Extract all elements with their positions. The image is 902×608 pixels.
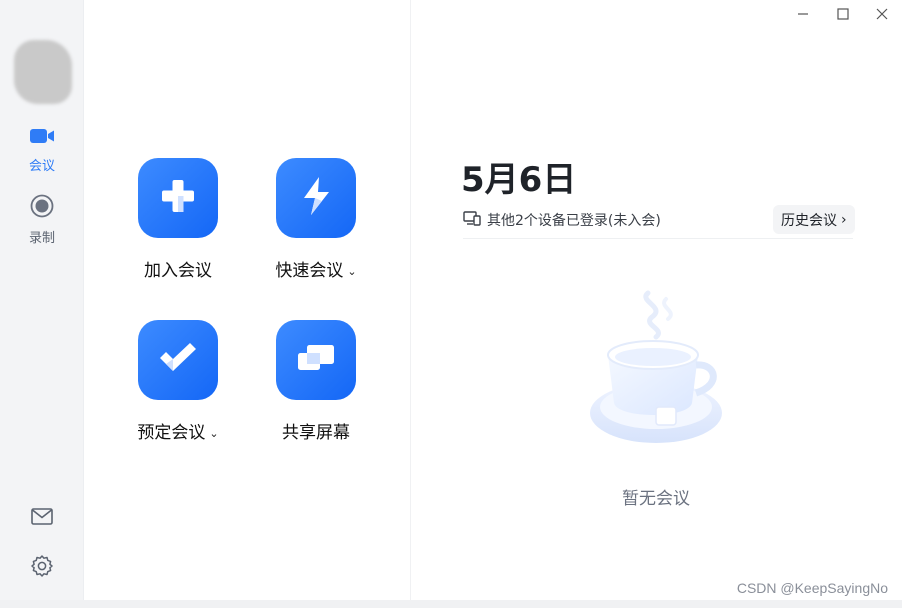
settings-button[interactable] xyxy=(29,553,55,579)
avatar[interactable] xyxy=(14,40,72,104)
quick-meeting-tile xyxy=(276,158,356,238)
empty-coffee-cup-illustration xyxy=(586,285,731,450)
video-camera-icon xyxy=(0,126,84,150)
join-meeting-tile xyxy=(138,158,218,238)
sidebar-item-label: 会议 xyxy=(28,159,55,174)
share-screen-tile xyxy=(276,320,356,400)
sidebar-item-label: 录制 xyxy=(28,231,55,246)
quick-meeting-button[interactable]: 快速会议 ⌄ xyxy=(246,158,386,281)
action-label: 共享屏幕 xyxy=(282,423,350,443)
mail-button[interactable] xyxy=(29,503,55,529)
watermark: CSDN @KeepSayingNo xyxy=(736,580,888,596)
lightning-icon xyxy=(296,174,336,222)
minimize-icon xyxy=(796,6,810,25)
devices-icon xyxy=(463,210,487,230)
gear-icon xyxy=(29,555,55,583)
chevron-down-icon[interactable]: ⌄ xyxy=(209,427,218,440)
join-meeting-button[interactable]: 加入会议 xyxy=(108,158,248,281)
schedule-meeting-tile xyxy=(138,320,218,400)
schedule-meeting-button[interactable]: 预定会议 ⌄ xyxy=(108,320,248,443)
mail-icon xyxy=(29,508,55,533)
action-label: 快速会议 ⌄ xyxy=(275,261,357,281)
divider xyxy=(463,238,853,239)
empty-state-text: 暂无会议 xyxy=(622,489,690,509)
screen-share-icon xyxy=(294,340,338,380)
close-button[interactable] xyxy=(872,6,892,24)
maximize-button[interactable] xyxy=(833,6,853,24)
devices-text: 其他2个设备已登录(未入会) xyxy=(487,213,661,229)
window-shadow xyxy=(0,600,902,608)
share-screen-button[interactable]: 共享屏幕 xyxy=(246,320,386,443)
sidebar: 会议 录制 xyxy=(0,0,84,600)
sidebar-item-meetings[interactable]: 会议 xyxy=(0,126,84,174)
action-label: 预定会议 ⌄ xyxy=(137,423,219,443)
meeting-history-button[interactable]: 历史会议 › xyxy=(773,205,855,234)
close-icon xyxy=(875,6,889,25)
sidebar-item-recording[interactable]: 录制 xyxy=(0,194,84,246)
chevron-right-icon: › xyxy=(841,211,847,228)
actions-panel: 加入会议 快速会议 ⌄ 预定会议 ⌄ 共享屏幕 xyxy=(84,0,411,600)
app-window: 会议 录制 加入会议 快速会议 ⌄ 预定会议 ⌄ 共享屏幕 5月6日 其他2个设… xyxy=(0,0,902,600)
record-icon xyxy=(0,194,84,222)
chevron-down-icon[interactable]: ⌄ xyxy=(347,265,356,278)
minimize-button[interactable] xyxy=(793,6,813,24)
action-label: 加入会议 xyxy=(144,261,212,281)
history-label: 历史会议 xyxy=(781,212,837,229)
plus-icon xyxy=(158,176,198,220)
checkmark-icon xyxy=(156,338,200,382)
devices-status[interactable]: 其他2个设备已登录(未入会) xyxy=(463,208,661,232)
date-heading: 5月6日 xyxy=(461,160,577,200)
maximize-icon xyxy=(836,6,850,25)
meetings-panel: 5月6日 其他2个设备已登录(未入会) 历史会议 › 暂无会议 xyxy=(411,0,902,600)
